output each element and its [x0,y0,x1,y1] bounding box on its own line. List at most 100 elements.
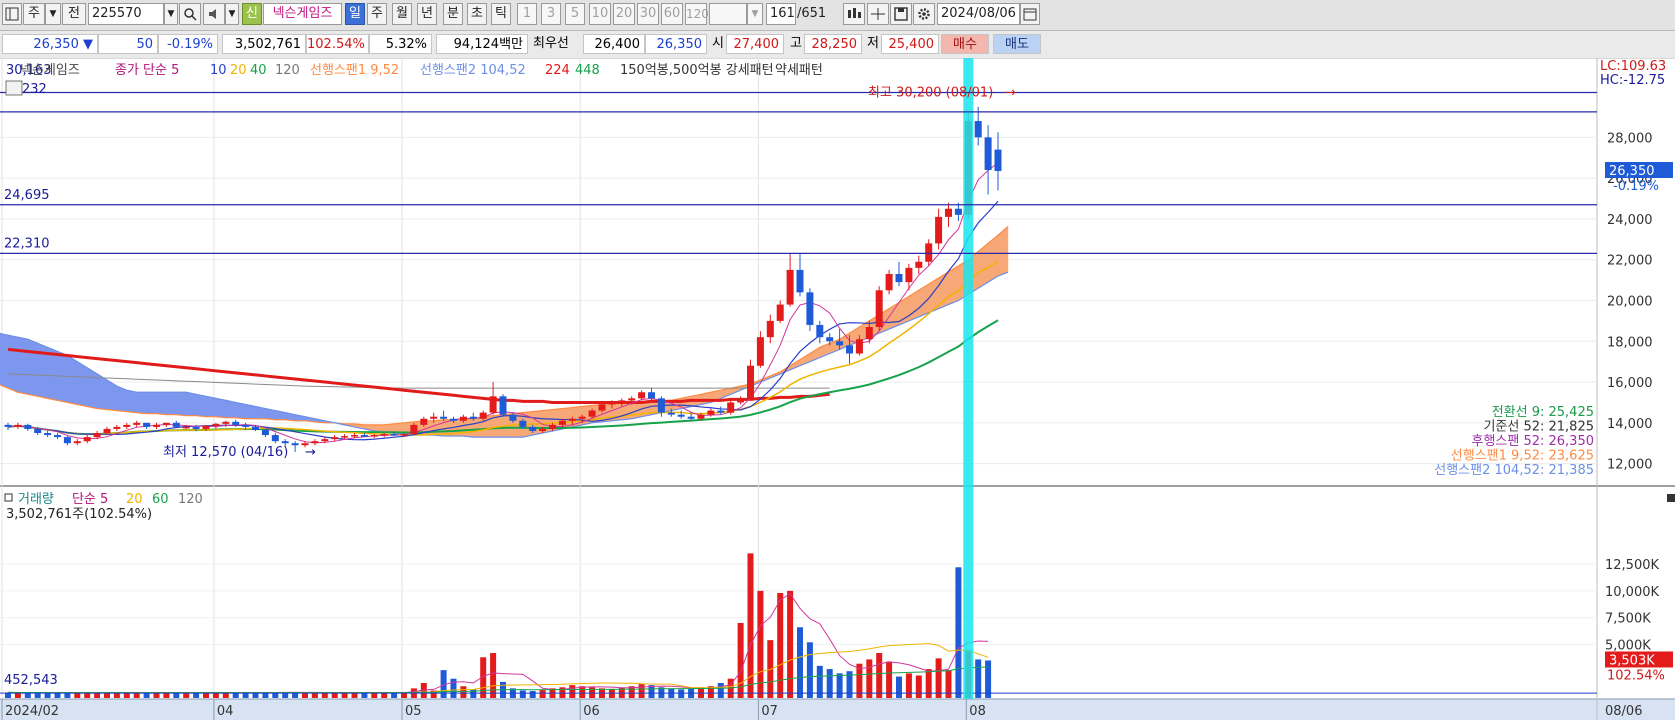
y-tick-label: 18,000 [1607,335,1653,350]
period-year[interactable]: 년 [417,3,437,25]
ichimoku-legend: 선행스팬2 104,52: 21,385 [1434,462,1594,478]
low-annotation: 최저 12,570 (04/16) [163,445,288,460]
buy-button[interactable]: 매수 [941,34,989,54]
x-tick-label: 08/06 [1605,704,1642,719]
candle-body [143,422,151,427]
volume-bar [826,669,833,698]
crosshair-icon[interactable] [867,3,889,25]
interval-10[interactable]: 10 [589,3,611,25]
candle-body [103,428,111,434]
candle-body [539,428,547,431]
candle-body [509,414,517,421]
candle-body [351,435,358,437]
cloud-bullish [472,416,484,438]
period-day[interactable]: 일 [345,3,365,25]
candle-body [816,324,824,338]
volume-bar [975,659,982,698]
candle-body [54,435,61,438]
legend-text: 224 [545,63,570,78]
volume-bar [935,658,942,698]
vol-legend: 거래량 [18,492,54,507]
stock-name[interactable]: 넥슨게임즈 [263,3,342,25]
cloud-bearish [176,391,187,417]
candle-body [529,426,537,431]
volume-bar [866,659,873,698]
interval-60[interactable]: 60 [661,3,683,25]
candle-body [489,396,497,413]
candle-body [420,418,428,425]
candle-body [717,410,725,413]
candle-body [410,424,418,435]
cloud-bearish [57,351,68,403]
compare-icon[interactable] [843,3,865,25]
candle-body [469,416,477,419]
candle-body [628,398,636,401]
candle-body [984,137,992,170]
y-tick-label: 16,000 [1607,376,1653,391]
candle-body [479,412,487,419]
candle-body [974,121,982,138]
candle-body [44,433,52,436]
period-second[interactable]: 초 [467,3,487,25]
search-icon[interactable] [179,3,201,25]
candle-body [558,420,566,425]
price-value: 26,350 [33,37,79,52]
candle-body [113,426,121,429]
date-input[interactable]: 2024/08/06 [937,3,1020,25]
interval-30[interactable]: 30 [637,3,659,25]
panel-close-icon [1667,494,1675,502]
save-icon[interactable] [890,3,912,25]
stock-chart[interactable]: 28,00026,00024,00022,00020,00018,00016,0… [0,58,1675,720]
calendar-icon[interactable] [1020,3,1040,25]
sound-dropdown-icon[interactable]: ▼ [225,3,239,25]
interval-1[interactable]: 1 [517,3,537,25]
interval-20[interactable]: 20 [613,3,635,25]
cloud-bearish [205,395,217,418]
sell-button[interactable]: 매도 [993,34,1041,54]
volume-value: 3,502,761주(102.54%) [6,507,152,522]
period-minute[interactable]: 분 [443,3,463,25]
candle-body [133,422,141,425]
ask-price: 26,400 [583,34,645,54]
interval-dropdown-icon[interactable]: ▼ [747,3,763,25]
volume-bar [569,685,576,698]
candle-body [153,424,160,427]
chevron-down-icon[interactable]: ▼ [45,3,61,25]
volume-bar [787,590,794,698]
speaker-icon[interactable] [203,3,225,25]
grid-toggle-icon [5,80,23,96]
interval-5[interactable]: 5 [565,3,585,25]
stock-code-input[interactable]: 225570 [88,3,164,25]
volume-bar [648,685,655,698]
period-tick[interactable]: 틱 [491,3,511,25]
interval-120[interactable]: 120 [685,3,709,25]
code-dropdown-icon[interactable]: ▼ [164,3,178,25]
interval-custom[interactable] [709,3,747,25]
display-count-input[interactable]: 161 [766,3,796,25]
candle-body [578,416,586,419]
candle-body [756,337,764,366]
cloud-bearish [17,336,29,395]
ichimoku-legend: 전환선 9: 25,425 [1492,405,1594,420]
period-month[interactable]: 월 [392,3,412,25]
cloud-bearish [235,402,246,420]
candle-body [697,414,705,419]
volume-ratio: 102.54% [306,34,369,54]
turnover-rate: 5.32% [369,34,432,54]
candle-body [341,436,349,438]
low-label: 저 [867,36,879,51]
candle-body [242,424,250,427]
candle-body [786,269,794,305]
candle-body [93,433,101,438]
layout-icon[interactable] [2,3,22,25]
candle-body [568,418,576,421]
period-unit-select[interactable]: 주 [23,3,45,25]
price-type-select[interactable]: 전 [62,3,86,25]
y-tick-label: 20,000 [1607,294,1653,309]
interval-3[interactable]: 3 [541,3,561,25]
period-week[interactable]: 주 [367,3,387,25]
volume-value: 3,502,761 [222,34,306,54]
gear-icon[interactable] [913,3,935,25]
candle-body [252,426,259,430]
candle-body [667,412,675,415]
